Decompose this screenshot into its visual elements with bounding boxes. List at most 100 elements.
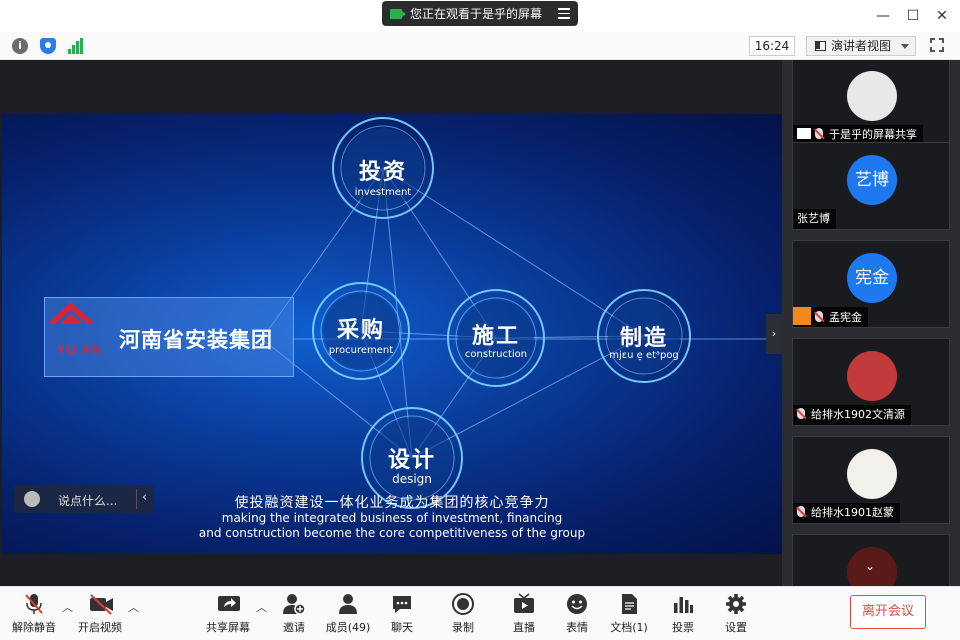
avatar [847, 71, 897, 121]
live-button[interactable]: 直播 [498, 593, 550, 635]
signal-icon[interactable] [68, 38, 84, 54]
node-manufacturing-en: mjɛu e̞ etᵃpog [609, 350, 679, 361]
chat-icon [391, 593, 413, 615]
top-toolbar: i 16:24 演讲者视图 [0, 32, 960, 60]
avatar: 宪金 [847, 253, 897, 303]
company-logo-text: YU AN [57, 342, 102, 357]
view-mode-label: 演讲者视图 [831, 39, 892, 53]
quick-chat-bar[interactable]: 说点什么... ‹ [14, 485, 154, 513]
maximize-button[interactable]: ☐ [906, 8, 920, 24]
chat-button[interactable]: 聊天 [376, 593, 428, 635]
minimize-button[interactable]: — [876, 8, 890, 24]
members-label: 成员(49) [325, 621, 371, 634]
participant-tile[interactable]: 艺博 张艺博 [792, 142, 950, 230]
vote-chart-icon [672, 593, 694, 615]
participant-tile[interactable]: 给排水1902文清源 [792, 338, 950, 426]
fullscreen-icon[interactable] [930, 38, 944, 52]
participant-name: 张艺博 [797, 212, 830, 225]
participant-tile[interactable]: ⌄ [792, 534, 950, 586]
document-icon [618, 593, 640, 615]
participant-name-bar: 给排水1902文清源 [793, 405, 911, 425]
live-label: 直播 [513, 621, 535, 634]
gear-icon [725, 593, 747, 615]
participant-name-bar: 给排水1901赵蒙 [793, 503, 900, 523]
avatar [847, 449, 897, 499]
screen-share-status[interactable]: 您正在观看于是乎的屏幕 [382, 1, 578, 26]
chevron-up-icon[interactable]: ︿ [256, 599, 267, 615]
share-screen-label: 共享屏幕 [206, 621, 250, 634]
participant-tile[interactable]: 宪金 孟宪金 [792, 240, 950, 328]
node-construction-en: construction [464, 349, 528, 360]
reactions-button[interactable]: 表情 [551, 593, 603, 635]
chat-placeholder[interactable]: 说点什么... [58, 492, 117, 509]
screen-share-icon [797, 128, 811, 139]
mic-muted-icon [23, 593, 45, 615]
start-video-button[interactable]: 开启视频 [74, 593, 126, 635]
members-button[interactable]: 成员(49) [322, 593, 374, 635]
chevron-left-icon[interactable]: ‹ [142, 490, 147, 505]
share-screen-button[interactable]: 共享屏幕 [202, 593, 254, 635]
settings-label: 设置 [725, 621, 747, 634]
company-logo-banner: YU AN 河南省安装集团 [44, 297, 294, 377]
node-design-zh: 设计 [387, 448, 436, 473]
emoji-icon[interactable] [24, 491, 40, 507]
invite-button[interactable]: 邀请 [268, 593, 320, 635]
node-investment-en: investment [354, 187, 412, 198]
unmute-button[interactable]: 解除静音 [8, 593, 60, 635]
avatar [847, 351, 897, 401]
mic-muted-icon [815, 311, 823, 322]
settings-button[interactable]: 设置 [710, 593, 762, 635]
close-button[interactable]: ✕ [935, 8, 949, 24]
node-manufacturing-zh: 制造 [619, 326, 668, 351]
node-investment-zh: 投资 [358, 160, 407, 185]
camera-icon [390, 8, 406, 19]
chevron-up-icon[interactable]: ︿ [128, 599, 139, 615]
company-logo-icon [47, 302, 95, 324]
mic-muted-icon [815, 128, 823, 139]
leave-meeting-button[interactable]: 离开会议 [850, 595, 926, 629]
slide-caption-en-line1: making the integrated business of invest… [221, 511, 563, 525]
view-mode-dropdown[interactable]: 演讲者视图 [806, 36, 916, 56]
node-procurement-zh: 采购 [336, 318, 385, 343]
slide-caption-en-line2: and construction become the core competi… [198, 526, 586, 540]
record-icon [452, 593, 474, 615]
collapse-panel-button[interactable]: › [766, 314, 782, 354]
user-badge-icon [793, 307, 811, 325]
record-button[interactable]: 录制 [437, 593, 489, 635]
start-video-label: 开启视频 [78, 621, 122, 634]
participant-tile[interactable]: 给排水1901赵蒙 [792, 436, 950, 524]
docs-button[interactable]: 文档(1) [603, 593, 655, 635]
info-icon[interactable]: i [12, 38, 28, 54]
chevron-down-icon[interactable]: ⌄ [865, 559, 875, 573]
participant-tile[interactable]: 于是乎的屏幕共享 [792, 60, 950, 146]
participant-name: 于是乎的屏幕共享 [829, 128, 917, 141]
chat-label: 聊天 [391, 621, 413, 634]
vote-button[interactable]: 投票 [657, 593, 709, 635]
bottom-toolbar: 解除静音 ︿ 开启视频 ︿ 共享屏幕 ︿ 邀请 成员(49) 聊天 录制 直播 … [0, 586, 960, 640]
participant-name: 给排水1901赵蒙 [811, 506, 894, 519]
participant-name-bar: 张艺博 [793, 209, 836, 229]
live-stream-icon [513, 593, 535, 615]
chat-divider [136, 489, 137, 509]
chevron-up-icon[interactable]: ︿ [62, 599, 73, 615]
mic-muted-icon [797, 408, 805, 419]
invite-label: 邀请 [283, 621, 305, 634]
company-name: 河南省安装集团 [119, 328, 273, 352]
participant-name: 给排水1902文清源 [811, 408, 905, 421]
participant-name-bar: 孟宪金 [793, 307, 868, 327]
menu-icon[interactable] [558, 8, 570, 22]
members-icon [337, 593, 359, 615]
chevron-down-icon [901, 44, 909, 49]
avatar: 艺博 [847, 155, 897, 205]
participant-name: 孟宪金 [829, 311, 862, 324]
shield-icon[interactable] [40, 38, 56, 54]
camera-off-icon [89, 593, 113, 615]
emoji-icon [566, 593, 588, 615]
mic-muted-icon [797, 506, 805, 517]
title-bar: 您正在观看于是乎的屏幕 — ☐ ✕ [0, 0, 960, 32]
share-status-text: 您正在观看于是乎的屏幕 [410, 7, 543, 21]
shared-screen-stage: YU AN 河南省安装集团 投资 investment 采购 procureme… [0, 60, 782, 586]
reactions-label: 表情 [566, 621, 588, 634]
vote-label: 投票 [672, 621, 694, 634]
node-construction-zh: 施工 [471, 324, 520, 349]
